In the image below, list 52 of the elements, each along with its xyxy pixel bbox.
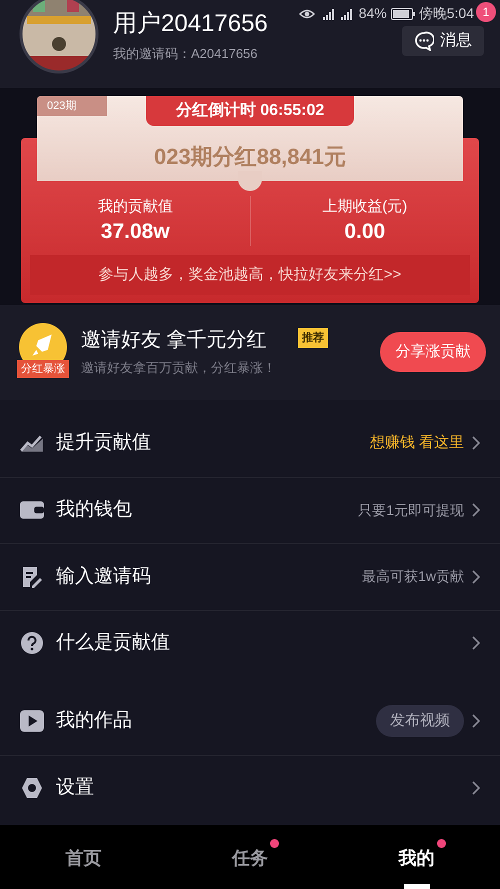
countdown: 分红倒计时 06:55:02 xyxy=(146,96,354,126)
stat-value: 0.00 xyxy=(344,219,386,245)
tab[interactable]: 首页 xyxy=(65,845,102,872)
chevron-right-icon xyxy=(472,503,480,518)
menu-label: 我的作品 xyxy=(56,709,133,733)
stat-value: 37.08w xyxy=(100,219,170,245)
menu-label: 什么是贡献值 xyxy=(56,631,171,655)
menu-item[interactable]: 什么是贡献值 xyxy=(0,610,500,676)
menu-label: 输入邀请码 xyxy=(56,564,152,588)
period-tag: 023期 xyxy=(37,96,107,116)
battery-icon xyxy=(390,8,415,20)
tab[interactable]: 我的 xyxy=(398,845,435,872)
eye-icon xyxy=(298,8,315,18)
menu-item[interactable]: 我的作品 发布视频 xyxy=(0,688,500,754)
settings-icon xyxy=(20,777,44,800)
chevron-right-icon xyxy=(472,436,480,450)
edit-icon xyxy=(20,566,44,588)
help-icon xyxy=(20,632,44,654)
chevron-right-icon xyxy=(472,570,480,584)
unread-badge: 1 xyxy=(476,2,496,22)
invite-banner[interactable]: 参与人越多，奖金池越高，快拉好友来分红>> xyxy=(30,255,470,295)
battery-percent: 84% xyxy=(358,4,387,23)
message-button[interactable]: 消息 xyxy=(402,26,484,56)
chevron-right-icon xyxy=(472,781,480,796)
menu-label: 提升贡献值 xyxy=(56,431,152,455)
username: 用户20417656 xyxy=(113,9,268,39)
clock: 傍晚5:04 xyxy=(418,4,474,23)
menu-label: 设置 xyxy=(56,776,95,800)
chat-icon xyxy=(414,31,434,51)
chevron-right-icon xyxy=(472,714,480,728)
wallet-icon xyxy=(20,499,44,522)
menu-label: 我的钱包 xyxy=(56,498,133,522)
share-button[interactable]: 分享涨贡献 xyxy=(380,332,486,372)
invite-title: 邀请好友 拿千元分红 xyxy=(81,328,267,353)
menu-item[interactable]: 输入邀请码 最高可获1w贡献 xyxy=(0,543,500,610)
menu-hint: 只要1元即可提现 xyxy=(358,500,464,520)
publish-video-button[interactable]: 发布视频 xyxy=(376,705,464,738)
stat-label: 我的贡献值 xyxy=(98,197,173,217)
menu-hint: 想赚钱 看这里 xyxy=(370,433,464,453)
tab[interactable]: 任务 xyxy=(232,845,268,872)
menu-item[interactable]: 我的钱包 只要1元即可提现 xyxy=(0,476,500,543)
menu-hint: 最高可获1w贡献 xyxy=(362,567,464,586)
chevron-right-icon xyxy=(472,636,480,650)
recommend-tag: 推荐 xyxy=(298,328,328,348)
badge-label: 分红暴涨 xyxy=(17,360,69,378)
menu-item[interactable]: 提升贡献值 想赚钱 看这里 xyxy=(0,410,500,476)
invite-code: 我的邀请码：A20417656 xyxy=(113,45,258,63)
dividend-title: 023期分红88,841元 xyxy=(152,143,347,171)
invite-subtitle: 邀请好友拿百万贡献，分红暴涨！ xyxy=(81,359,276,377)
play-icon xyxy=(20,710,44,732)
stat-label: 上期收益(元) xyxy=(322,197,408,217)
menu-item[interactable]: 设置 xyxy=(0,754,500,821)
